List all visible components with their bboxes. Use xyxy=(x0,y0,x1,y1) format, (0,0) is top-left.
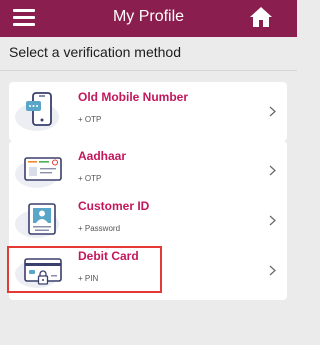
method-title: Aadhaar xyxy=(78,149,127,163)
aadhaar-card-icon xyxy=(13,144,69,194)
method-title: Customer ID xyxy=(78,199,150,213)
divider xyxy=(0,70,297,71)
id-card-icon xyxy=(13,194,69,244)
method-subtitle: + OTP xyxy=(78,115,102,124)
app-header: My Profile xyxy=(0,0,297,37)
chevron-right-icon xyxy=(269,265,276,276)
chevron-right-icon xyxy=(269,165,276,176)
debit-card-lock-icon xyxy=(13,244,69,294)
method-title: Debit Card xyxy=(78,249,139,263)
mobile-otp-icon xyxy=(13,85,69,135)
verification-prompt: Select a verification method xyxy=(9,44,181,60)
chevron-right-icon xyxy=(269,106,276,117)
method-subtitle: + Password xyxy=(78,224,121,233)
method-card-debit-card[interactable]: Debit Card + PIN xyxy=(9,241,287,300)
home-icon[interactable] xyxy=(249,5,273,29)
chevron-right-icon xyxy=(269,215,276,226)
method-subtitle: + OTP xyxy=(78,174,102,183)
method-card-old-mobile-number[interactable]: Old Mobile Number + OTP xyxy=(9,82,287,141)
method-title: Old Mobile Number xyxy=(78,90,189,104)
method-subtitle: + PIN xyxy=(78,274,99,283)
